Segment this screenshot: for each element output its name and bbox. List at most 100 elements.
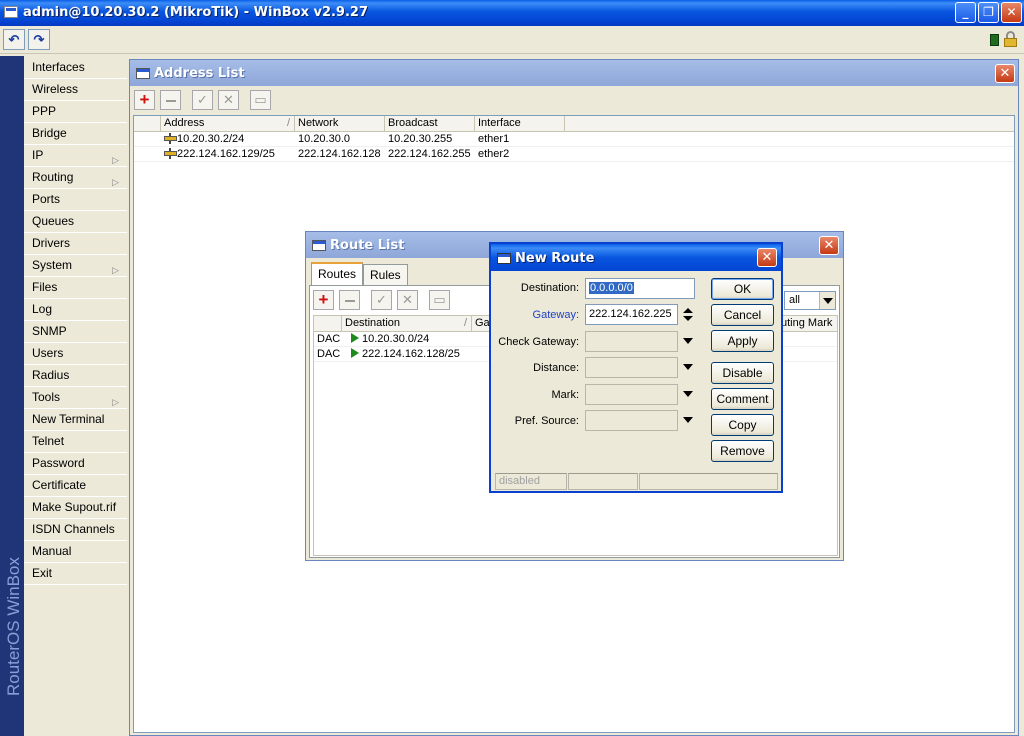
chevron-down-icon[interactable] (683, 338, 693, 344)
gateway-label[interactable]: Gateway: (491, 309, 579, 321)
minimize-button[interactable]: _ (955, 2, 976, 23)
chevron-down-icon[interactable] (683, 417, 693, 423)
copy-button[interactable]: Copy (711, 414, 774, 436)
sidebar-item-tools[interactable]: Tools ▷ (24, 387, 127, 409)
new-route-dialog: New Route ✕ Destination: 0.0.0.0/0 Gatew… (489, 242, 783, 493)
add-button[interactable]: + (134, 90, 155, 110)
sidebar-menu: Interfaces Wireless PPP Bridge IP ▷ Routing ▷ Po… (24, 57, 127, 585)
sidebar-item-wireless[interactable]: Wireless (24, 79, 127, 101)
sidebar-item-isdn-channels[interactable]: ISDN Channels (24, 519, 127, 541)
comment-button[interactable]: ▭ (429, 290, 450, 310)
enable-button[interactable]: ✓ (192, 90, 213, 110)
sidebar-item-certificate[interactable]: Certificate (24, 475, 127, 497)
x-icon: ✕ (402, 292, 413, 307)
disable-button[interactable]: ✕ (397, 290, 418, 310)
sidebar-item-new-terminal[interactable]: New Terminal (24, 409, 127, 431)
check-icon: ✓ (376, 292, 387, 307)
chevron-down-icon[interactable] (683, 364, 693, 370)
sidebar-item-snmp[interactable]: SNMP (24, 321, 127, 343)
gateway-updown-icon[interactable] (683, 308, 693, 322)
route-icon (351, 333, 359, 343)
comment-button[interactable]: ▭ (250, 90, 271, 110)
sidebar-item-password[interactable]: Password (24, 453, 127, 475)
column-header-interface[interactable]: Interface (475, 116, 565, 132)
sidebar-item-system[interactable]: System ▷ (24, 255, 127, 277)
route-list-toolbar: + ✓ ✕ ▭ (313, 290, 513, 312)
sidebar-item-drivers[interactable]: Drivers (24, 233, 127, 255)
status-segment (639, 473, 778, 490)
flag-column-header[interactable] (314, 316, 342, 332)
sidebar-item-interfaces[interactable]: Interfaces (24, 57, 127, 79)
check-gateway-select[interactable] (585, 331, 678, 352)
tab-rules[interactable]: Rules (363, 264, 408, 285)
chevron-down-icon[interactable] (683, 391, 693, 397)
new-route-close-button[interactable]: ✕ (757, 248, 777, 267)
destination-field[interactable]: 0.0.0.0/0 (585, 278, 695, 299)
enable-button[interactable]: ✓ (371, 290, 392, 310)
column-header-address[interactable]: Address / (161, 116, 295, 132)
table-row[interactable]: 222.124.162.129/25 222.124.162.128 222.1… (134, 147, 1014, 162)
sidebar-item-files[interactable]: Files (24, 277, 127, 299)
add-button[interactable]: + (313, 290, 334, 310)
gateway-field[interactable]: 222.124.162.225 (585, 304, 678, 325)
route-list-tabs: Routes Rules (311, 262, 511, 286)
distance-label: Distance: (533, 362, 579, 374)
destination-label: Destination: (520, 282, 579, 294)
main-titlebar: admin@10.20.30.2 (MikroTik) - WinBox v2.… (0, 0, 1024, 26)
sidebar-item-radius[interactable]: Radius (24, 365, 127, 387)
sidebar-item-ppp[interactable]: PPP (24, 101, 127, 123)
cancel-button[interactable]: Cancel (711, 304, 774, 326)
column-header-network[interactable]: Network (295, 116, 385, 132)
sidebar-item-exit[interactable]: Exit (24, 563, 127, 585)
comment-icon: ▭ (433, 292, 446, 307)
mark-field[interactable] (585, 384, 678, 405)
redo-button[interactable]: ↷ (28, 29, 50, 50)
address-list-titlebar[interactable]: Address List ✕ (130, 60, 1018, 86)
x-icon: ✕ (223, 92, 234, 107)
flag-column-header[interactable] (134, 116, 161, 132)
chevron-down-icon[interactable] (819, 292, 835, 309)
table-row[interactable]: 10.20.30.2/24 10.20.30.0 10.20.30.255 et… (134, 132, 1014, 147)
disable-button[interactable]: Disable (711, 362, 774, 384)
address-list-close-button[interactable]: ✕ (995, 64, 1015, 83)
window-icon (136, 68, 150, 79)
close-button[interactable]: ✕ (1001, 2, 1022, 23)
column-header-routing-mark[interactable]: uting Mark (778, 316, 837, 332)
column-header-destination[interactable]: Destination / (342, 316, 472, 332)
sidebar-item-make-supout-rif[interactable]: Make Supout.rif (24, 497, 127, 519)
brand-text: RouterOS WinBox (4, 557, 23, 696)
comment-button[interactable]: Comment (711, 388, 774, 410)
route-icon (351, 348, 359, 358)
new-route-titlebar[interactable]: New Route ✕ (491, 244, 781, 271)
sidebar-item-log[interactable]: Log (24, 299, 127, 321)
tab-routes[interactable]: Routes (311, 262, 364, 285)
status-segment (568, 473, 638, 490)
distance-field[interactable] (585, 357, 678, 378)
sidebar-item-users[interactable]: Users (24, 343, 127, 365)
route-list-close-button[interactable]: ✕ (819, 236, 839, 255)
sidebar-item-manual[interactable]: Manual (24, 541, 127, 563)
pref-source-field[interactable] (585, 410, 678, 431)
sidebar-item-bridge[interactable]: Bridge (24, 123, 127, 145)
disable-button[interactable]: ✕ (218, 90, 239, 110)
minus-icon (344, 299, 355, 302)
undo-button[interactable]: ↶ (3, 29, 25, 50)
remove-button[interactable]: Remove (711, 440, 774, 462)
route-filter-select[interactable]: all (784, 291, 836, 310)
column-header-broadcast[interactable]: Broadcast (385, 116, 475, 132)
sidebar-item-telnet[interactable]: Telnet (24, 431, 127, 453)
sidebar-item-queues[interactable]: Queues (24, 211, 127, 233)
status-bar: disabled (495, 473, 778, 490)
sidebar-item-ip[interactable]: IP ▷ (24, 145, 127, 167)
window-icon (497, 253, 511, 264)
sidebar-item-routing[interactable]: Routing ▷ (24, 167, 127, 189)
ok-button[interactable]: OK (711, 278, 774, 300)
maximize-button[interactable]: ❐ (978, 2, 999, 23)
lock-icon (1004, 31, 1017, 47)
remove-button[interactable] (339, 290, 360, 310)
comment-icon: ▭ (254, 92, 267, 107)
apply-button[interactable]: Apply (711, 330, 774, 352)
remove-button[interactable] (160, 90, 181, 110)
sidebar-item-ports[interactable]: Ports (24, 189, 127, 211)
pref-source-label: Pref. Source: (514, 415, 579, 427)
